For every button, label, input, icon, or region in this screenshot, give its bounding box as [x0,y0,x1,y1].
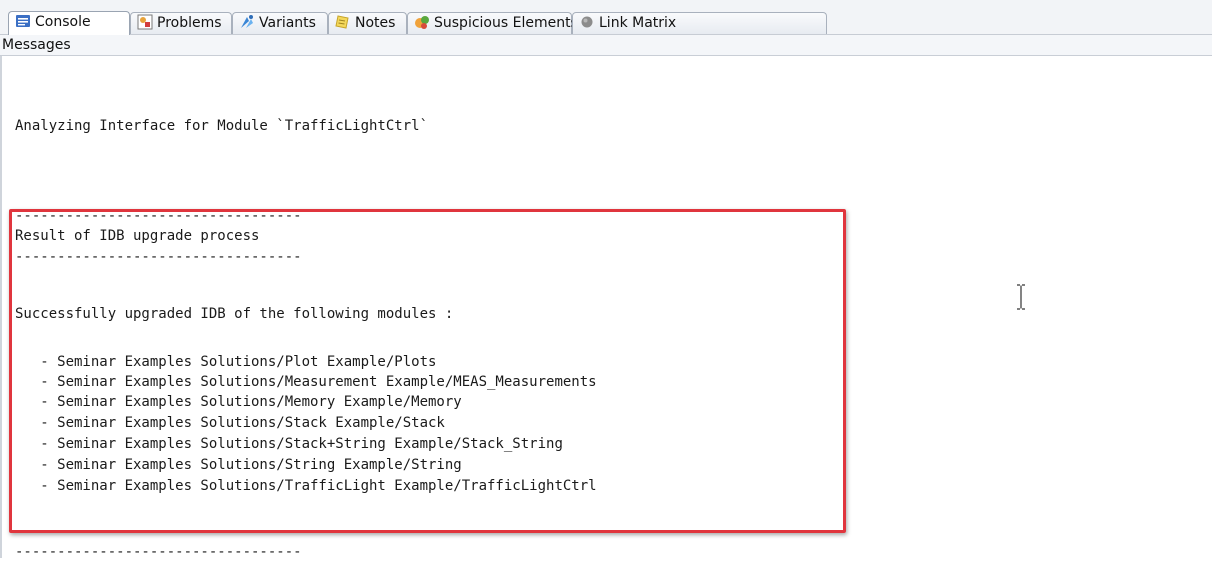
notes-icon [335,14,351,30]
messages-header: Messages [0,35,1212,56]
variants-icon [239,14,255,30]
tab-variants[interactable]: Variants [232,12,328,34]
tab-suspicious-elements-label: Suspicious Elements [434,15,578,31]
console-icon [15,13,31,29]
tab-problems[interactable]: Problems [130,12,232,34]
tab-notes[interactable]: Notes [328,12,407,34]
link-matrix-icon [579,14,595,30]
problems-icon [137,14,153,30]
console-separator: ---------------------------------- [15,544,302,560]
view-tab-bar: Console Problems Variants Notes Suspicio… [0,0,1212,35]
console-line-analyzing: Analyzing Interface for Module `TrafficL… [15,118,429,134]
tab-console-label: Console [35,14,91,30]
tab-link-matrix-label: Link Matrix [599,15,677,31]
tab-variants-label: Variants [259,15,316,31]
text-cursor-icon [1015,284,1027,310]
tab-notes-label: Notes [355,15,396,31]
tab-link-matrix[interactable]: Link Matrix [572,12,827,34]
tab-console[interactable]: Console [8,11,130,35]
suspicious-elements-icon [414,14,430,30]
tab-suspicious-elements[interactable]: Suspicious Elements [407,12,578,34]
tab-problems-label: Problems [157,15,222,31]
highlight-box [9,209,846,533]
